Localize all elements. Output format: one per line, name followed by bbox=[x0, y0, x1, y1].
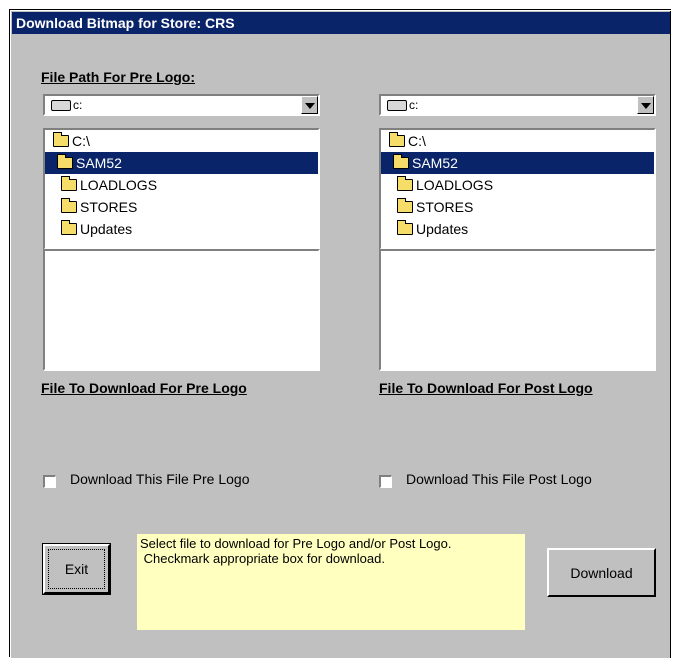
folder-label: STORES bbox=[80, 199, 138, 215]
folder-item[interactable]: SAM52 bbox=[381, 152, 654, 174]
download-bitmap-window: Download Bitmap for Store: CRS File Path… bbox=[10, 10, 671, 658]
pre-logo-folder-tree[interactable]: C:\ SAM52 LOADLOGS STORES Updates bbox=[43, 128, 320, 250]
folder-label: Updates bbox=[416, 221, 469, 237]
exit-button[interactable]: Exit bbox=[42, 543, 111, 595]
folder-icon bbox=[397, 220, 413, 235]
pre-logo-checkbox-label: Download This File Pre Logo bbox=[70, 471, 250, 487]
post-logo-checkbox-label: Download This File Post Logo bbox=[406, 471, 592, 487]
folder-open-icon bbox=[57, 154, 73, 169]
post-logo-checkbox[interactable] bbox=[379, 475, 392, 488]
folder-open-icon bbox=[53, 132, 69, 147]
folder-label: SAM52 bbox=[412, 155, 458, 171]
pre-logo-drive-value: c: bbox=[73, 98, 83, 112]
folder-item[interactable]: LOADLOGS bbox=[381, 174, 654, 196]
chevron-down-icon[interactable] bbox=[301, 96, 318, 114]
folder-icon bbox=[61, 220, 77, 235]
post-logo-drive-select[interactable]: c: bbox=[379, 94, 656, 116]
download-button-label: Download bbox=[570, 564, 633, 581]
window-title: Download Bitmap for Store: CRS bbox=[12, 12, 670, 34]
folder-item[interactable]: Updates bbox=[381, 218, 654, 240]
post-logo-drive-value: c: bbox=[409, 98, 419, 112]
download-button[interactable]: Download bbox=[547, 548, 656, 597]
chevron-down-icon[interactable] bbox=[637, 96, 654, 114]
folder-label: SAM52 bbox=[76, 155, 122, 171]
info-line-2: Checkmark appropriate box for download. bbox=[140, 551, 385, 566]
exit-button-label: Exit bbox=[64, 561, 89, 577]
folder-label: LOADLOGS bbox=[416, 177, 494, 193]
folder-item[interactable]: Updates bbox=[45, 218, 318, 240]
pre-logo-file-label: File To Download For Pre Logo bbox=[41, 380, 247, 396]
folder-item[interactable]: STORES bbox=[381, 196, 654, 218]
folder-label: LOADLOGS bbox=[80, 177, 158, 193]
folder-open-icon bbox=[389, 132, 405, 147]
folder-label: STORES bbox=[416, 199, 474, 215]
folder-label: C:\ bbox=[72, 133, 90, 149]
drive-icon bbox=[387, 100, 407, 111]
folder-icon bbox=[397, 198, 413, 213]
post-logo-file-list[interactable] bbox=[379, 249, 656, 371]
pre-logo-checkbox[interactable] bbox=[43, 475, 56, 488]
folder-icon bbox=[61, 176, 77, 191]
pre-logo-path-label: File Path For Pre Logo: bbox=[41, 69, 196, 85]
folder-label: Updates bbox=[80, 221, 133, 237]
folder-icon bbox=[61, 198, 77, 213]
post-logo-file-label: File To Download For Post Logo bbox=[379, 380, 593, 396]
folder-item[interactable]: STORES bbox=[45, 196, 318, 218]
folder-icon bbox=[397, 176, 413, 191]
folder-item[interactable]: SAM52 bbox=[45, 152, 318, 174]
folder-open-icon bbox=[393, 154, 409, 169]
folder-item[interactable]: LOADLOGS bbox=[45, 174, 318, 196]
folder-item[interactable]: C:\ bbox=[45, 130, 318, 152]
drive-icon bbox=[51, 100, 71, 111]
post-logo-folder-tree[interactable]: C:\ SAM52 LOADLOGS STORES Updates bbox=[379, 128, 656, 250]
info-line-1: Select file to download for Pre Logo and… bbox=[140, 536, 452, 551]
pre-logo-drive-select[interactable]: c: bbox=[43, 94, 320, 116]
folder-item[interactable]: C:\ bbox=[381, 130, 654, 152]
info-message: Select file to download for Pre Logo and… bbox=[137, 534, 525, 630]
pre-logo-file-list[interactable] bbox=[43, 249, 320, 371]
folder-label: C:\ bbox=[408, 133, 426, 149]
